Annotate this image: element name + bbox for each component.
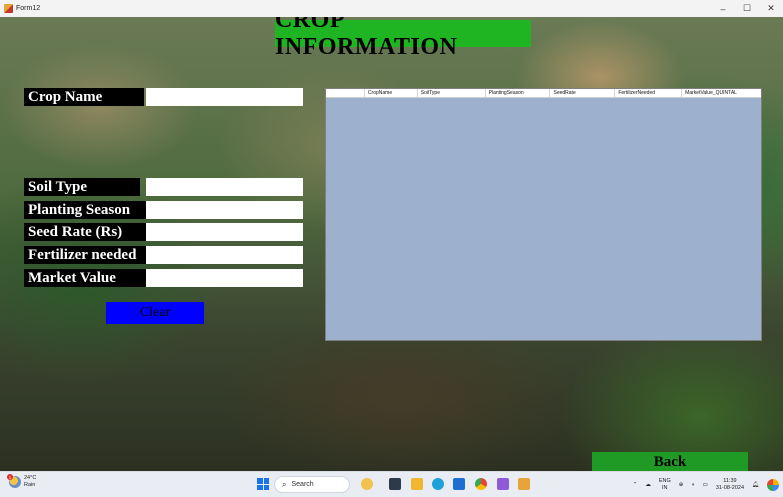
search-placeholder: Search	[291, 481, 314, 488]
copilot-icon[interactable]	[767, 479, 779, 491]
column-header[interactable]: PlantingSeason	[486, 89, 551, 97]
notification-bell-icon[interactable]: 🔔︎	[752, 482, 759, 488]
soil-type-input[interactable]	[146, 178, 303, 196]
clock[interactable]: 11:39 31-08-2024	[716, 478, 744, 492]
maximize-button[interactable]: ☐	[735, 0, 759, 17]
form-background: CROP INFORMATION Crop Name Soil Type Pla…	[0, 17, 783, 471]
market-value-label: Market Value	[24, 269, 146, 287]
crop-name-input[interactable]	[146, 88, 303, 106]
page-title: CROP INFORMATION	[275, 17, 531, 60]
column-header[interactable]: SeedRate	[550, 89, 616, 97]
chrome-icon[interactable]	[475, 478, 487, 490]
store-icon[interactable]	[453, 478, 465, 490]
taskbar-widget-icon[interactable]	[361, 478, 373, 490]
task-view-icon[interactable]	[389, 478, 401, 490]
fertilizer-needed-label: Fertilizer needed	[24, 246, 146, 264]
crop-name-label: Crop Name	[24, 88, 144, 106]
taskbar: 24°C Rain ⌕ Search ⌃ ☁ ENG IN ⊕ ◖ ▭ 11:3…	[0, 471, 783, 497]
column-header[interactable]: SoilType	[418, 89, 486, 97]
planting-season-label: Planting Season	[24, 201, 146, 219]
chevron-up-icon[interactable]: ⌃	[633, 482, 638, 488]
close-button[interactable]: ✕	[759, 0, 783, 17]
form-app-icon[interactable]	[518, 478, 530, 490]
column-header[interactable]: FertilizerNeeded	[615, 89, 683, 97]
column-header[interactable]: CropName	[365, 89, 418, 97]
seed-rate-input[interactable]	[146, 223, 303, 241]
minimize-button[interactable]: –	[711, 0, 735, 17]
window-title: Form12	[16, 5, 41, 12]
taskbar-search[interactable]: ⌕ Search	[274, 476, 350, 493]
window-titlebar: Form12 – ☐ ✕	[0, 0, 783, 17]
column-header[interactable]: MarketValue_QUINTAL	[682, 89, 761, 97]
file-explorer-icon[interactable]	[411, 478, 423, 490]
grid-header: CropName SoilType PlantingSeason SeedRat…	[326, 89, 761, 98]
market-value-input[interactable]	[146, 269, 303, 287]
weather-temp: 24°C	[24, 475, 37, 481]
weather-widget[interactable]: 24°C Rain	[7, 474, 37, 489]
volume-icon[interactable]: ◖	[691, 482, 694, 488]
battery-icon[interactable]: ▭	[703, 482, 708, 488]
weather-condition: Rain	[24, 482, 36, 488]
fertilizer-needed-input[interactable]	[146, 246, 303, 264]
grid-row-header	[326, 89, 365, 97]
soil-type-label: Soil Type	[24, 178, 140, 196]
edge-browser-icon[interactable]	[432, 478, 444, 490]
clock-date: 31-08-2024	[715, 485, 745, 491]
language-indicator[interactable]: ENG IN	[659, 478, 671, 492]
network-icon[interactable]: ⊕	[679, 482, 684, 488]
search-icon: ⌕	[282, 479, 287, 489]
window-controls: – ☐ ✕	[711, 0, 783, 17]
system-tray: ⌃ ☁ ENG IN ⊕ ◖ ▭ 11:39 31-08-2024 🔔︎	[629, 472, 783, 497]
app-icon	[4, 4, 13, 13]
windows-start-icon[interactable]	[257, 478, 269, 490]
clock-time: 11:39	[723, 478, 737, 484]
crop-data-grid[interactable]: CropName SoilType PlantingSeason SeedRat…	[325, 88, 762, 341]
clear-button[interactable]: Clear	[106, 302, 204, 324]
weather-icon	[7, 474, 21, 488]
seed-rate-label: Seed Rate (Rs)	[24, 223, 146, 241]
back-button[interactable]: Back	[592, 452, 748, 471]
onedrive-icon[interactable]: ☁	[645, 482, 651, 488]
planting-season-input[interactable]	[146, 201, 303, 219]
visual-studio-icon[interactable]	[497, 478, 509, 490]
